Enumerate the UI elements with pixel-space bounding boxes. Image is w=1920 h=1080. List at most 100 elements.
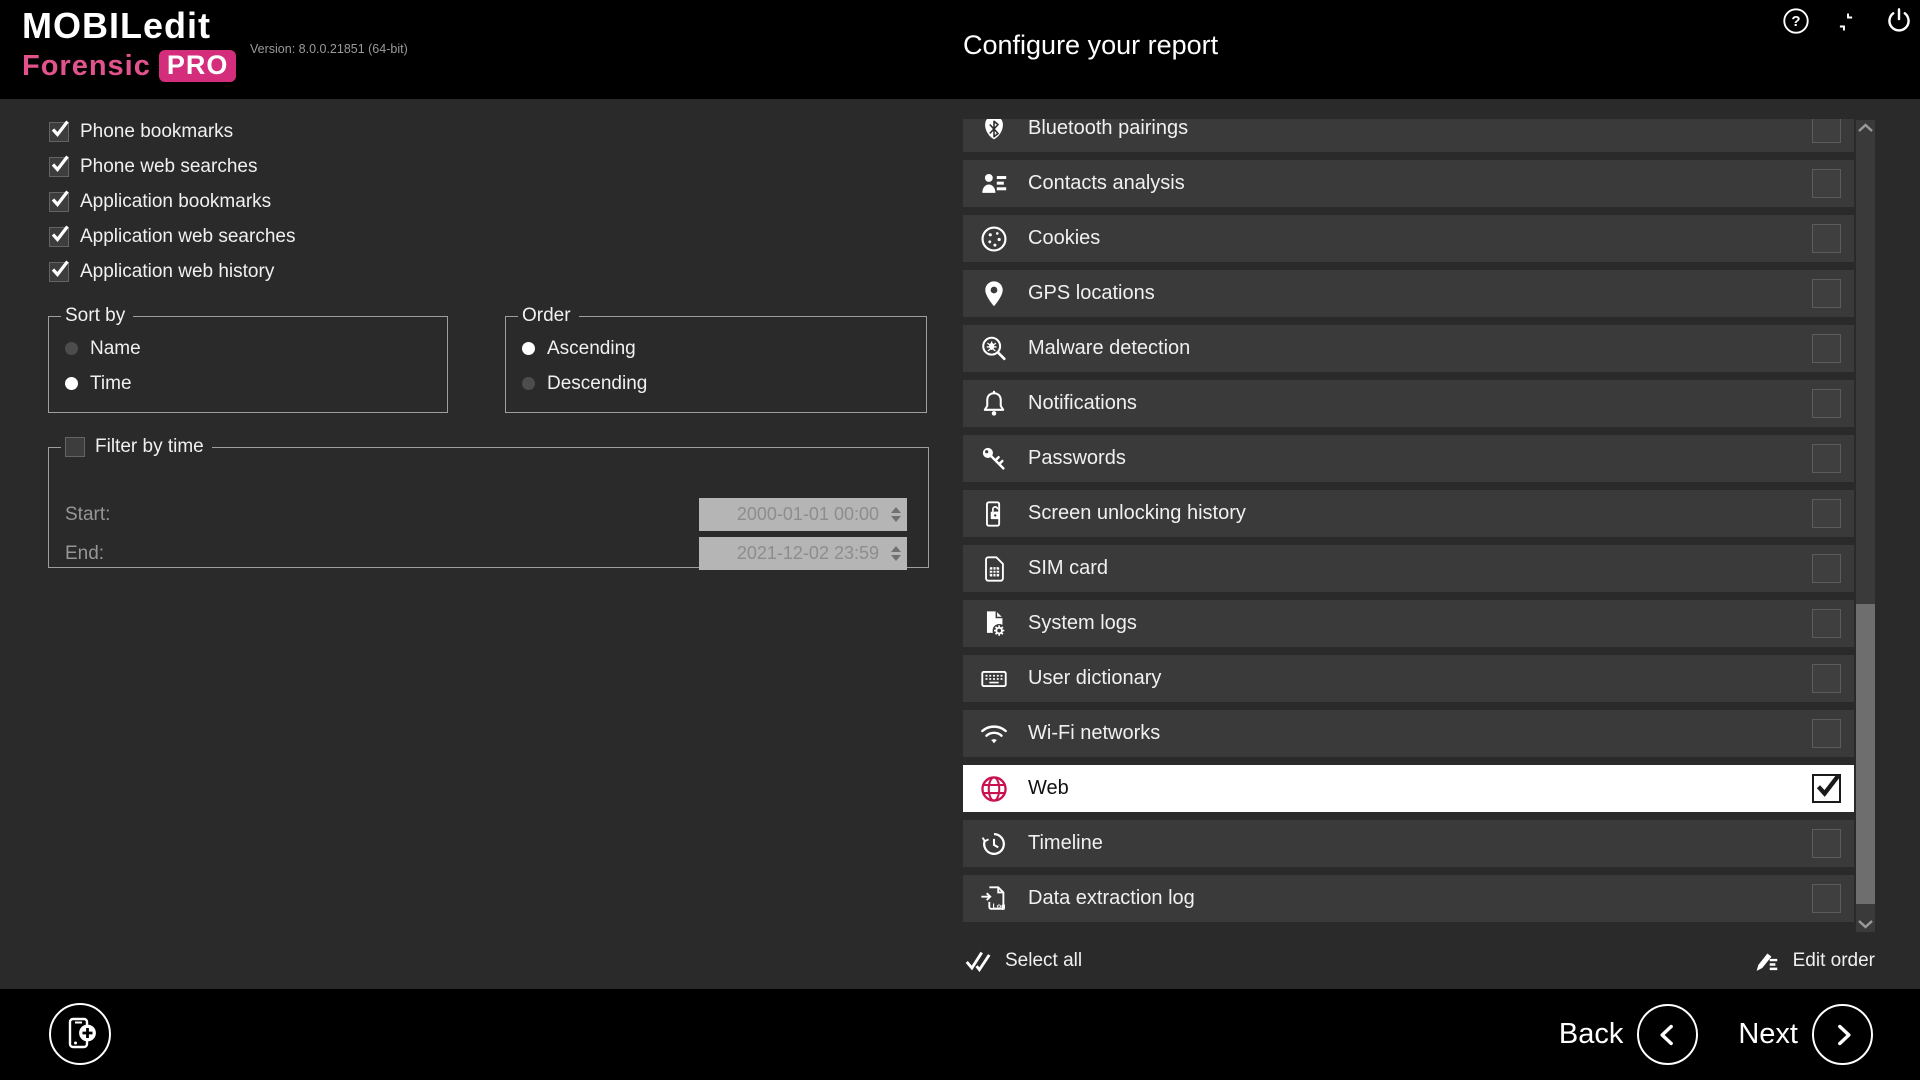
list-actions-bar: Select all Edit order (963, 937, 1875, 985)
passwords-icon (979, 444, 1009, 474)
radio-dot[interactable] (522, 377, 535, 390)
report-item-checkbox-web[interactable] (1812, 774, 1841, 803)
report-item-checkbox-sim-card[interactable] (1812, 554, 1841, 583)
scrollbar-thumb[interactable] (1856, 604, 1875, 904)
timeline-icon (979, 829, 1009, 859)
svg-text:?: ? (1791, 13, 1800, 30)
report-item-sim-card[interactable]: SIM card (963, 545, 1854, 592)
report-item-label: SIM card (1028, 557, 1108, 580)
filter-by-time-checkbox[interactable] (65, 437, 85, 457)
help-icon[interactable]: ? (1781, 6, 1811, 36)
footer-navigation: Back Next (1559, 989, 1873, 1080)
dock-window-icon[interactable] (1833, 9, 1859, 35)
report-item-checkbox-timeline[interactable] (1812, 829, 1841, 858)
report-item-label: System logs (1028, 612, 1137, 635)
report-item-checkbox-system-logs[interactable] (1812, 609, 1841, 638)
start-datetime-input[interactable]: 2000-01-01 00:00 (699, 498, 907, 531)
radio-sort-time[interactable]: Time (65, 366, 447, 401)
checkbox-row-phone-web-searches[interactable]: Phone web searches (49, 149, 295, 184)
back-button-label[interactable]: Back (1559, 1018, 1623, 1051)
checkbox-application-web-searches[interactable] (49, 227, 69, 247)
report-item-checkbox-bluetooth-pairings[interactable] (1812, 119, 1841, 143)
spinner-down-icon[interactable] (891, 516, 901, 522)
user-dictionary-icon (979, 664, 1009, 694)
checkbox-row-phone-bookmarks[interactable]: Phone bookmarks (49, 114, 295, 149)
report-item-bluetooth-pairings[interactable]: Bluetooth pairings (963, 119, 1854, 152)
scroll-up-icon[interactable] (1856, 120, 1875, 136)
report-item-passwords[interactable]: Passwords (963, 435, 1854, 482)
report-item-checkbox-screen-unlocking-history[interactable] (1812, 499, 1841, 528)
report-item-contacts-analysis[interactable]: Contacts analysis (963, 160, 1854, 207)
edit-order-button[interactable]: Edit order (1751, 946, 1875, 976)
checkbox-application-bookmarks[interactable] (49, 192, 69, 212)
report-item-label: Wi-Fi networks (1028, 722, 1160, 745)
checkbox-row-application-web-searches[interactable]: Application web searches (49, 219, 295, 254)
checkbox-row-application-bookmarks[interactable]: Application bookmarks (49, 184, 295, 219)
report-item-notifications[interactable]: Notifications (963, 380, 1854, 427)
report-item-label: Screen unlocking history (1028, 502, 1246, 525)
radio-order-ascending[interactable]: Ascending (522, 331, 926, 366)
web-icon (979, 774, 1009, 804)
report-item-checkbox-malware-detection[interactable] (1812, 334, 1841, 363)
version-text: Version: 8.0.0.21851 (64-bit) (250, 42, 408, 56)
end-datetime-input[interactable]: 2021-12-02 23:59 (699, 537, 907, 570)
chevron-right-icon (1826, 1018, 1860, 1052)
report-item-cookies[interactable]: Cookies (963, 215, 1854, 262)
order-group: Order AscendingDescending (505, 305, 927, 413)
radio-dot[interactable] (65, 342, 78, 355)
report-item-malware-detection[interactable]: Malware detection (963, 325, 1854, 372)
report-item-checkbox-user-dictionary[interactable] (1812, 664, 1841, 693)
back-button[interactable] (1637, 1004, 1698, 1065)
gps-locations-icon (979, 279, 1009, 309)
power-icon[interactable] (1884, 6, 1914, 36)
spinner-up-icon[interactable] (891, 507, 901, 513)
report-item-checkbox-data-extraction-log[interactable] (1812, 884, 1841, 913)
sim-card-icon (979, 554, 1009, 584)
order-options: AscendingDescending (506, 331, 926, 401)
report-item-checkbox-contacts-analysis[interactable] (1812, 169, 1841, 198)
report-item-screen-unlocking-history[interactable]: Screen unlocking history (963, 490, 1854, 537)
report-item-checkbox-gps-locations[interactable] (1812, 279, 1841, 308)
radio-label: Time (90, 373, 132, 395)
report-item-data-extraction-log[interactable]: LogData extraction log (963, 875, 1854, 922)
checkbox-label: Phone web searches (80, 156, 257, 178)
next-button-label[interactable]: Next (1738, 1018, 1798, 1051)
list-scrollbar[interactable] (1856, 120, 1875, 932)
add-phone-button[interactable] (49, 1003, 111, 1065)
checkbox-phone-web-searches[interactable] (49, 157, 69, 177)
radio-dot[interactable] (522, 342, 535, 355)
report-item-checkbox-notifications[interactable] (1812, 389, 1841, 418)
report-item-checkbox-passwords[interactable] (1812, 444, 1841, 473)
start-spinner[interactable] (885, 498, 907, 531)
checkbox-phone-bookmarks[interactable] (49, 122, 69, 142)
filter-by-time-group: Filter by time Start: 2000-01-01 00:00 E… (48, 436, 929, 568)
report-item-checkbox-wi-fi-networks[interactable] (1812, 719, 1841, 748)
scroll-down-icon[interactable] (1856, 918, 1875, 934)
report-item-label: GPS locations (1028, 282, 1155, 305)
report-item-user-dictionary[interactable]: User dictionary (963, 655, 1854, 702)
web-options-checkbox-group: Phone bookmarks Phone web searches Applica… (49, 114, 295, 289)
content-area: Phone bookmarks Phone web searches Applica… (0, 99, 1920, 989)
checkbox-row-application-web-history[interactable]: Application web history (49, 254, 295, 289)
report-item-timeline[interactable]: Timeline (963, 820, 1854, 867)
radio-sort-name[interactable]: Name (65, 331, 447, 366)
report-item-wi-fi-networks[interactable]: Wi-Fi networks (963, 710, 1854, 757)
select-all-button[interactable]: Select all (963, 946, 1082, 976)
radio-order-descending[interactable]: Descending (522, 366, 926, 401)
start-label: Start: (65, 504, 110, 526)
svg-text:Log: Log (993, 903, 1006, 910)
radio-dot[interactable] (65, 377, 78, 390)
report-item-checkbox-cookies[interactable] (1812, 224, 1841, 253)
end-spinner[interactable] (885, 537, 907, 570)
spinner-up-icon[interactable] (891, 546, 901, 552)
report-items-list: Bluetooth pairings Contacts analysis Cooki… (963, 119, 1854, 951)
checkbox-application-web-history[interactable] (49, 262, 69, 282)
report-item-gps-locations[interactable]: GPS locations (963, 270, 1854, 317)
logo-pro-badge: PRO (159, 50, 237, 82)
edit-order-label: Edit order (1793, 950, 1875, 972)
report-item-system-logs[interactable]: System logs (963, 600, 1854, 647)
next-button[interactable] (1812, 1004, 1873, 1065)
report-item-web[interactable]: Web (963, 765, 1854, 812)
malware-detection-icon (979, 334, 1009, 364)
spinner-down-icon[interactable] (891, 555, 901, 561)
